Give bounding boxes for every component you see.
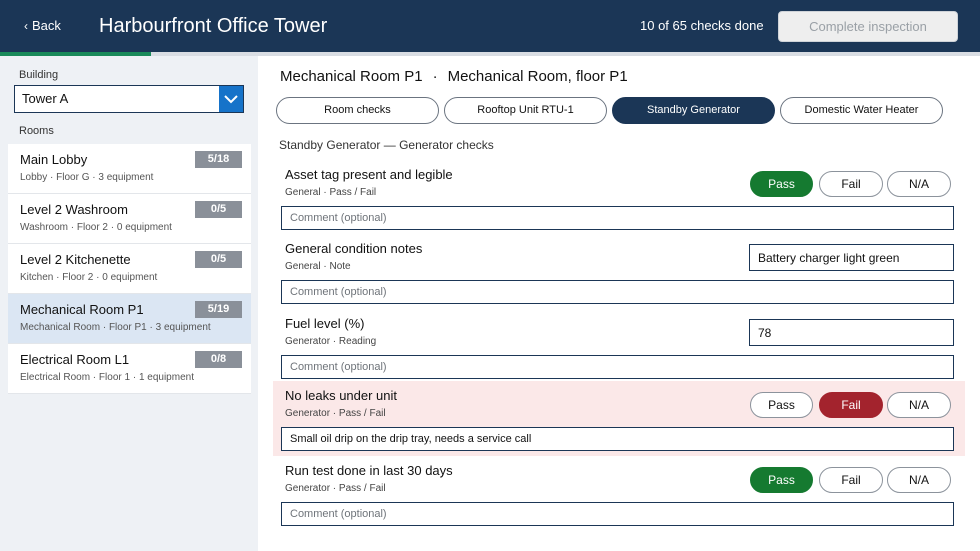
check-title: Run test done in last 30 days (285, 463, 453, 478)
chevron-down-icon[interactable] (219, 86, 243, 112)
room-item-level-2-kitchenette[interactable]: Level 2 Kitchenette Kitchen · Floor 2 · … (8, 244, 251, 294)
equipment-tabs: Room checks Rooftop Unit RTU-1 Standby G… (276, 97, 943, 124)
pass-button[interactable]: Pass (750, 392, 813, 418)
na-button[interactable]: N/A (887, 392, 951, 418)
app-header: ‹ Back Harbourfront Office Tower 10 of 6… (0, 0, 980, 52)
section-title: Standby Generator — Generator checks (279, 138, 494, 152)
room-name: Level 2 Kitchenette (20, 252, 131, 267)
checks-done-count: 10 of 65 checks done (640, 18, 764, 33)
room-progress-badge: 5/19 (195, 301, 242, 318)
check-item: General condition notes General · Note (273, 234, 965, 309)
check-meta: Generator · Reading (285, 336, 377, 347)
room-heading-desc: Mechanical Room, floor P1 (447, 68, 628, 85)
check-title: General condition notes (285, 241, 423, 256)
room-item-main-lobby[interactable]: Main Lobby Lobby · Floor G · 3 equipment… (8, 144, 251, 194)
room-name: Main Lobby (20, 152, 88, 167)
tab-room-checks[interactable]: Room checks (276, 97, 439, 124)
comment-input[interactable] (281, 502, 954, 526)
pass-button[interactable]: Pass (750, 467, 813, 493)
room-meta: Electrical Room · Floor 1 · 1 equipment (20, 372, 194, 383)
building-select-value: Tower A (22, 91, 69, 106)
comment-input[interactable] (281, 206, 954, 230)
check-meta: General · Pass / Fail (285, 187, 377, 198)
na-button[interactable]: N/A (887, 171, 951, 197)
room-meta: Kitchen · Floor 2 · 0 equipment (20, 272, 158, 283)
tab-rooftop-unit[interactable]: Rooftop Unit RTU-1 (444, 97, 607, 124)
check-item: Run test done in last 30 days Generator … (273, 456, 965, 531)
room-list: Main Lobby Lobby · Floor G · 3 equipment… (8, 144, 251, 394)
check-meta: Generator · Pass / Fail (285, 483, 386, 494)
fail-button[interactable]: Fail (819, 467, 883, 493)
room-progress-badge: 0/5 (195, 251, 242, 268)
room-meta: Mechanical Room · Floor P1 · 3 equipment (20, 322, 211, 333)
room-progress-badge: 5/18 (195, 151, 242, 168)
check-item: Asset tag present and legible General · … (273, 160, 965, 235)
chevron-left-icon: ‹ (24, 19, 28, 33)
complete-inspection-button[interactable]: Complete inspection (778, 11, 958, 42)
room-progress-badge: 0/5 (195, 201, 242, 218)
tab-domestic-water-heater[interactable]: Domestic Water Heater (780, 97, 943, 124)
room-progress-badge: 0/8 (195, 351, 242, 368)
check-title: No leaks under unit (285, 388, 398, 403)
room-name: Mechanical Room P1 (20, 302, 144, 317)
pass-button[interactable]: Pass (750, 171, 813, 197)
building-select[interactable]: Tower A (14, 85, 244, 113)
room-name: Electrical Room L1 (20, 352, 130, 367)
room-heading-name: Mechanical Room P1 (280, 68, 423, 85)
tab-standby-generator[interactable]: Standby Generator (612, 97, 775, 124)
check-title: Fuel level (%) (285, 316, 365, 331)
rooms-label: Rooms (19, 125, 54, 137)
check-item-failed: No leaks under unit Generator · Pass / F… (273, 381, 965, 456)
check-meta: Generator · Pass / Fail (285, 408, 386, 419)
room-meta: Washroom · Floor 2 · 0 equipment (20, 222, 172, 233)
na-button[interactable]: N/A (887, 467, 951, 493)
page-title: Harbourfront Office Tower (99, 15, 328, 37)
sidebar: Building Tower A Rooms Main Lobby Lobby … (0, 56, 258, 551)
fail-button[interactable]: Fail (819, 171, 883, 197)
room-name: Level 2 Washroom (20, 202, 128, 217)
room-meta: Lobby · Floor G · 3 equipment (20, 172, 154, 183)
note-input[interactable] (749, 244, 954, 271)
room-heading: Mechanical Room P1 · Mechanical Room, floo… (280, 68, 628, 85)
back-button[interactable]: ‹ Back (24, 14, 61, 38)
building-label: Building (19, 69, 59, 81)
room-item-mechanical-room-p1[interactable]: Mechanical Room P1 Mechanical Room · Flo… (8, 294, 251, 344)
check-title: Asset tag present and legible (285, 167, 453, 182)
comment-input[interactable] (281, 427, 954, 451)
comment-input[interactable] (281, 280, 954, 304)
heading-separator: · (432, 68, 438, 85)
room-item-level-2-washroom[interactable]: Level 2 Washroom Washroom · Floor 2 · 0 … (8, 194, 251, 244)
reading-input[interactable] (749, 319, 954, 346)
comment-input[interactable] (281, 355, 954, 379)
fail-button[interactable]: Fail (819, 392, 883, 418)
check-item: Fuel level (%) Generator · Reading (273, 309, 965, 384)
back-label: Back (32, 18, 61, 33)
main-panel: Mechanical Room P1 · Mechanical Room, floo… (258, 56, 980, 551)
check-meta: General · Note (285, 261, 351, 272)
room-item-electrical-room-l1[interactable]: Electrical Room L1 Electrical Room · Flo… (8, 344, 251, 394)
